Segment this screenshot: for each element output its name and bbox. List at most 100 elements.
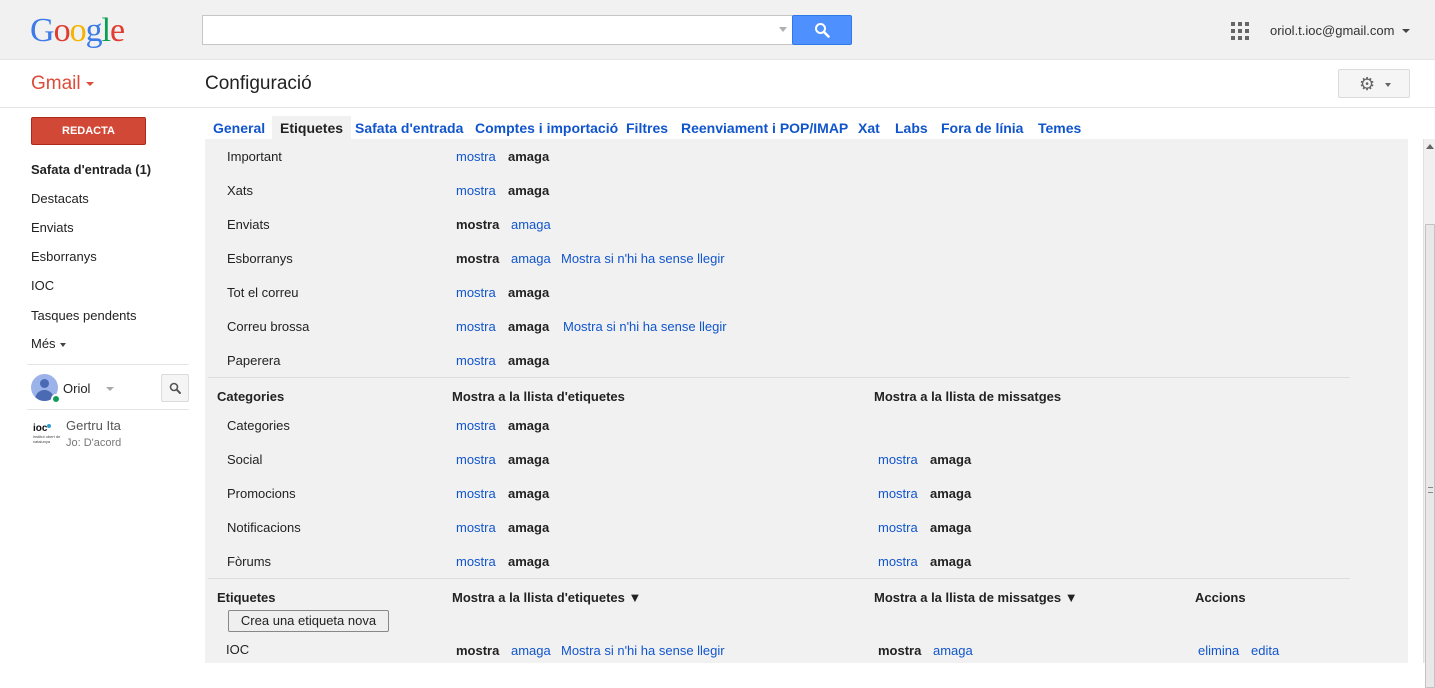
label-row-name: Esborranys: [227, 251, 293, 266]
remove-label-link[interactable]: elimina: [1198, 643, 1239, 658]
search-button[interactable]: [792, 15, 852, 45]
tab-general[interactable]: General: [205, 116, 273, 139]
divider: [27, 409, 189, 410]
sidebar-item-starred[interactable]: Destacats: [31, 191, 89, 206]
gmail-app-switcher[interactable]: Gmail: [31, 73, 81, 95]
column-header-label-list-sort[interactable]: Mostra a la llista d'etiquetes ▼: [452, 590, 641, 605]
show-link[interactable]: mostra: [456, 285, 496, 300]
scrollbar-thumb[interactable]: [1425, 224, 1435, 688]
search-box: [202, 15, 793, 45]
label-row-name: Correu brossa: [227, 319, 310, 334]
tab-inbox[interactable]: Safata d'entrada: [347, 116, 471, 139]
message-list-show-link[interactable]: mostra: [878, 452, 918, 467]
scroll-up-arrow-icon[interactable]: [1426, 144, 1434, 149]
show-link[interactable]: mostra: [456, 554, 496, 569]
hide-selected: amaga: [508, 319, 550, 334]
settings-button[interactable]: ⚙: [1338, 69, 1410, 98]
show-link[interactable]: mostra: [456, 319, 496, 334]
message-list-show-link[interactable]: mostra: [878, 554, 918, 569]
label-row-name: Important: [227, 149, 282, 164]
chevron-down-icon: [1385, 83, 1391, 87]
sidebar-item-tasks[interactable]: Tasques pendents: [31, 308, 137, 323]
sidebar-item-sent[interactable]: Enviats: [31, 220, 74, 235]
hide-selected: amaga: [508, 149, 550, 164]
show-if-unread-link[interactable]: Mostra si n'hi ha sense llegir: [563, 319, 727, 334]
chat-user-name[interactable]: Oriol: [63, 381, 90, 396]
categories-heading: Categories: [217, 389, 285, 404]
show-link[interactable]: mostra: [456, 183, 496, 198]
divider: [0, 107, 1435, 108]
tab-chat[interactable]: Xat: [850, 116, 888, 139]
hide-link[interactable]: amaga: [511, 251, 551, 266]
search-input[interactable]: [203, 16, 793, 44]
tab-labels[interactable]: Etiquetes: [272, 116, 352, 139]
google-logo[interactable]: Google: [30, 11, 125, 51]
search-options-dropdown-icon[interactable]: [779, 27, 787, 32]
category-row-name: Social: [227, 452, 263, 467]
show-if-unread-link[interactable]: Mostra si n'hi ha sense llegir: [561, 643, 725, 658]
divider: [27, 364, 189, 365]
contact-avatar[interactable]: ioc institut obert de catalunya: [33, 424, 63, 446]
chat-contact-status: Jo: D'acord: [66, 437, 122, 449]
show-link[interactable]: mostra: [456, 418, 496, 433]
category-row-name: Fòrums: [227, 554, 272, 569]
scrollbar[interactable]: [1423, 139, 1435, 688]
sidebar-item-more[interactable]: Més: [31, 336, 66, 351]
message-list-show-link[interactable]: mostra: [878, 486, 918, 501]
show-link[interactable]: mostra: [456, 486, 496, 501]
hide-selected: amaga: [508, 353, 550, 368]
column-header-actions: Accions: [1195, 590, 1246, 605]
hide-selected: amaga: [508, 183, 550, 198]
gear-icon: ⚙: [1359, 74, 1376, 94]
tab-themes[interactable]: Temes: [1030, 116, 1089, 139]
section-divider: [208, 578, 1350, 579]
hide-link[interactable]: amaga: [511, 217, 551, 232]
logo-letter: g: [85, 12, 103, 49]
message-list-hide-link[interactable]: amaga: [933, 643, 973, 658]
hide-selected: amaga: [508, 452, 550, 467]
category-row-name: Promocions: [227, 486, 296, 501]
chat-search-button[interactable]: [161, 374, 189, 402]
contact-logo-text: ioc: [33, 423, 48, 434]
logo-letter: o: [53, 12, 71, 49]
show-link[interactable]: mostra: [456, 520, 496, 535]
label-row-name: IOC: [226, 642, 250, 657]
tab-forwarding[interactable]: Reenviament i POP/IMAP: [673, 116, 856, 139]
account-email[interactable]: oriol.t.ioc@gmail.com: [1270, 23, 1394, 38]
search-icon: [815, 23, 830, 38]
chat-status-caret-icon[interactable]: [106, 387, 114, 391]
column-header-label-list: Mostra a la llista d'etiquetes: [452, 389, 625, 404]
gmail-caret-icon[interactable]: [86, 82, 94, 86]
sidebar-item-ioc[interactable]: IOC: [31, 278, 54, 293]
hide-link[interactable]: amaga: [511, 643, 551, 658]
tab-offline[interactable]: Fora de línia: [933, 116, 1031, 139]
message-list-show-link[interactable]: mostra: [878, 520, 918, 535]
tab-filters[interactable]: Filtres: [618, 116, 676, 139]
section-divider: [208, 377, 1350, 378]
label-row-name: Tot el correu: [227, 285, 299, 300]
account-caret-icon[interactable]: [1402, 29, 1410, 33]
scrollbar-grip-icon: [1428, 487, 1433, 493]
compose-button[interactable]: REDACTA: [31, 117, 146, 145]
sidebar-item-drafts[interactable]: Esborranys: [31, 249, 97, 264]
show-link[interactable]: mostra: [456, 452, 496, 467]
page-title: Configuració: [205, 73, 312, 94]
edit-label-link[interactable]: edita: [1251, 643, 1279, 658]
chat-contact-name[interactable]: Gertru Ita: [66, 418, 121, 433]
show-selected: mostra: [456, 643, 500, 658]
labels-heading: Etiquetes: [217, 590, 276, 605]
apps-grid-icon[interactable]: [1231, 22, 1249, 40]
sidebar-item-more-label: Més: [31, 336, 56, 351]
column-header-message-list-sort[interactable]: Mostra a la llista de missatges ▼: [874, 590, 1078, 605]
logo-letter: l: [101, 12, 112, 49]
tab-labs[interactable]: Labs: [887, 116, 936, 139]
hide-selected: amaga: [508, 418, 550, 433]
sidebar-item-inbox[interactable]: Safata d'entrada (1): [31, 162, 151, 177]
show-link[interactable]: mostra: [456, 353, 496, 368]
create-label-button[interactable]: Crea una etiqueta nova: [228, 610, 389, 632]
tab-accounts[interactable]: Comptes i importació: [467, 116, 626, 139]
show-if-unread-link[interactable]: Mostra si n'hi ha sense llegir: [561, 251, 725, 266]
chevron-down-icon: [59, 342, 66, 347]
search-icon: [169, 382, 181, 394]
show-link[interactable]: mostra: [456, 149, 496, 164]
